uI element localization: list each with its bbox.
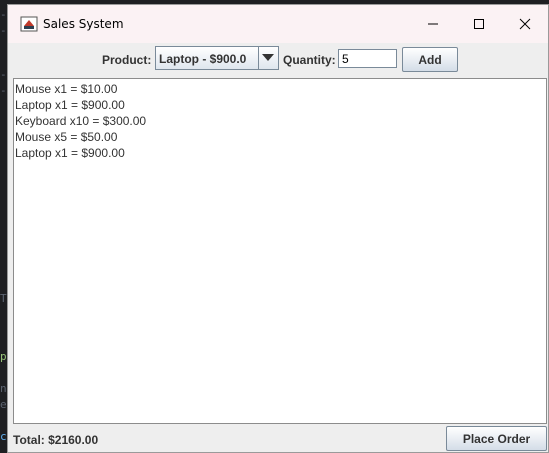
quantity-label: Quantity: xyxy=(283,53,336,67)
order-line: Mouse x1 = $10.00 xyxy=(15,82,118,96)
total-label: Total: $2160.00 xyxy=(13,433,99,447)
maximize-button[interactable] xyxy=(456,5,502,43)
order-line: Laptop x1 = $900.00 xyxy=(15,146,125,160)
add-button[interactable]: Add xyxy=(402,47,458,72)
product-select[interactable]: Laptop - $900.0 xyxy=(155,46,279,70)
minimize-button[interactable] xyxy=(410,5,456,43)
order-line: Mouse x5 = $50.00 xyxy=(15,130,118,144)
java-cup-icon xyxy=(20,16,38,32)
order-toolbar: Product: Laptop - $900.0 Quantity: Add xyxy=(8,43,548,76)
order-list-textarea[interactable]: Mouse x1 = $10.00 Laptop x1 = $900.00 Keyb… xyxy=(13,78,547,424)
chevron-down-icon xyxy=(262,54,274,61)
footer-bar: Total: $2160.00 Place Order xyxy=(8,425,548,452)
product-selected-value: Laptop - $900.0 xyxy=(159,52,247,66)
minimize-icon xyxy=(428,23,438,25)
title-bar[interactable]: Sales System xyxy=(8,5,548,43)
place-order-button[interactable]: Place Order xyxy=(446,426,547,451)
window-title: Sales System xyxy=(43,17,124,31)
sales-system-window: Sales System Product: Laptop - $900.0 Qu… xyxy=(7,4,549,453)
close-button[interactable] xyxy=(502,5,548,43)
close-icon xyxy=(519,18,531,30)
maximize-icon xyxy=(474,19,484,29)
order-line: Keyboard x10 = $300.00 xyxy=(15,114,147,128)
quantity-field[interactable] xyxy=(338,49,397,68)
product-label: Product: xyxy=(102,53,152,67)
order-line: Laptop x1 = $900.00 xyxy=(15,98,125,112)
dropdown-button[interactable] xyxy=(258,47,278,69)
